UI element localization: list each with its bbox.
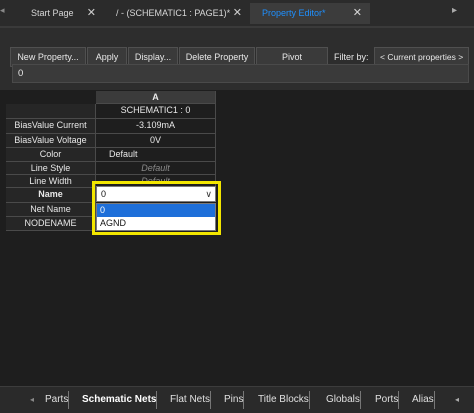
row-header-name[interactable]: Name (6, 188, 96, 203)
document-tab-bar: ◂ Start Page ✕ / - (SCHEMATIC1 : PAGE1)*… (0, 0, 474, 28)
close-icon[interactable]: ✕ (353, 3, 362, 24)
value-cell-bias-current[interactable]: -3.109mA (96, 119, 216, 134)
value-cell-0[interactable]: SCHEMATIC1 : 0 (96, 104, 216, 119)
tab-flat-nets[interactable]: Flat Nets (167, 391, 212, 409)
tab-ports[interactable]: Ports (372, 391, 400, 409)
tab-scroll-right-icon[interactable]: ◂ (455, 391, 459, 409)
highlight-box (92, 181, 221, 235)
tab-label: / - (SCHEMATIC1 : PAGE1)* (116, 8, 231, 18)
value-cell-line-style[interactable]: Default (96, 162, 216, 175)
column-header-a[interactable]: A (96, 91, 216, 104)
tab-start-page[interactable]: Start Page ✕ (19, 3, 104, 24)
row-header-color[interactable]: Color (6, 148, 96, 162)
row-header-line-style[interactable]: Line Style (6, 162, 96, 175)
close-icon[interactable]: ✕ (87, 3, 96, 24)
row-header-line-width[interactable]: Line Width (6, 175, 96, 188)
tab-scroll-right-icon[interactable]: ▸ (452, 5, 466, 23)
row-header-bias-current[interactable]: BiasValue Current (6, 119, 96, 134)
value-edit-field[interactable]: 0 (12, 64, 469, 83)
close-icon[interactable]: ✕ (233, 3, 242, 24)
row-header-nodename[interactable]: NODENAME (6, 217, 96, 231)
tab-parts[interactable]: Parts (42, 391, 70, 409)
tab-schematic-nets[interactable]: Schematic Nets (79, 391, 158, 409)
row-header-net-name[interactable]: Net Name (6, 203, 96, 217)
tab-title-blocks[interactable]: Title Blocks (255, 391, 310, 409)
row-header-bias-voltage[interactable]: BiasValue Voltage (6, 134, 96, 148)
tab-property-editor[interactable]: Property Editor* ✕ (250, 3, 370, 24)
tab-globals[interactable]: Globals (323, 391, 361, 409)
tab-scroll-left-icon[interactable]: ◂ (0, 5, 12, 23)
value-cell-bias-voltage[interactable]: 0V (96, 134, 216, 148)
tab-alias[interactable]: Alias (409, 391, 435, 409)
tab-scroll-left-icon[interactable]: ◂ (30, 391, 34, 409)
tab-label: Start Page (31, 8, 74, 18)
tab-schematic-page[interactable]: / - (SCHEMATIC1 : PAGE1)* ✕ (104, 3, 250, 24)
tab-label: Property Editor* (262, 8, 326, 18)
value-cell-color[interactable]: Default (96, 148, 216, 162)
row-header-0[interactable] (6, 104, 96, 119)
bottom-tab-bar: ◂ Parts Schematic Nets Flat Nets Pins Ti… (0, 386, 474, 413)
tab-pins[interactable]: Pins (221, 391, 245, 409)
